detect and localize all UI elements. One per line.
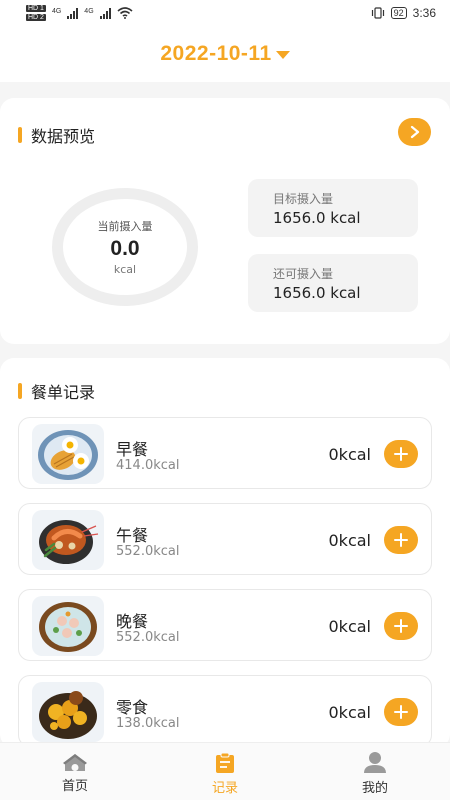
signal-2-icon [99,7,111,19]
current-intake-value: 0.0 [110,237,140,260]
target-intake-box: 目标摄入量 1656.0 kcal [248,179,418,237]
add-lunch-button[interactable] [384,526,418,554]
overview-detail-button[interactable] [398,118,431,146]
date-header: 2022-10-11 [0,26,450,82]
remaining-intake-box: 还可摄入量 1656.0 kcal [248,254,418,312]
current-intake-label: 当前摄入量 [97,220,153,233]
lunch-icon [32,510,104,570]
meal-total-kcal: 0kcal [328,531,372,550]
meal-total-kcal: 0kcal [328,617,372,636]
meal-item-dinner[interactable]: 晚餐 552.0kcal 0kcal [18,589,432,661]
chevron-right-icon [410,125,419,139]
network-2-label: 4G [84,8,94,15]
sim-2-label: HD 2 [26,14,46,21]
nav-item-home[interactable]: 首页 [0,743,150,800]
meal-recommended-kcal: 414.0kcal [116,458,180,473]
nav-item-profile[interactable]: 我的 [300,743,450,800]
intake-ring: 当前摄入量 0.0 kcal [52,188,198,306]
add-dinner-button[interactable] [384,612,418,640]
network-1-label: 4G [51,8,62,15]
nav-item-records[interactable]: 记录 [150,743,300,800]
nav-label-records: 记录 [211,781,238,796]
meals-card: 餐单记录 早餐 414.0kcal 0kcal 午餐 552.0kcal 0kc… [0,358,450,748]
nav-label-profile: 我的 [361,781,388,796]
vibrate-icon [371,7,384,19]
meal-name: 早餐 [116,440,149,459]
nav-label-home: 首页 [61,779,88,794]
meal-name: 晚餐 [116,612,149,631]
clipboard-icon [216,752,234,773]
remaining-intake-label: 还可摄入量 [273,267,334,281]
battery-level: 92 [390,7,407,19]
sim-indicator: HD 1 HD 2 [26,4,46,22]
meal-item-snack[interactable]: 零食 138.0kcal 0kcal [18,675,432,747]
dinner-icon [32,596,104,656]
status-right: 92 3:36 [371,6,436,20]
meal-total-kcal: 0kcal [328,703,372,722]
caret-down-icon[interactable] [275,51,290,59]
wifi-icon [117,7,133,19]
section-accent-bar [18,127,22,143]
status-bar: HD 1 HD 2 4G 4G 92 3:36 [0,0,450,26]
current-intake-unit: kcal [113,263,137,276]
meal-item-breakfast[interactable]: 早餐 414.0kcal 0kcal [18,417,432,489]
overview-section-title: 数据预览 [18,123,95,147]
meals-section-title: 餐单记录 [18,379,95,403]
meal-name: 零食 [116,698,149,717]
home-icon [63,754,87,771]
breakfast-icon [32,424,104,484]
meal-recommended-kcal: 552.0kcal [116,544,180,559]
date-picker[interactable]: 2022-10-11 [160,42,271,66]
status-time: 3:36 [412,6,436,20]
meal-recommended-kcal: 138.0kcal [116,716,180,731]
meal-total-kcal: 0kcal [328,445,372,464]
add-snack-button[interactable] [384,698,418,726]
section-accent-bar [18,383,22,399]
target-intake-value: 1656.0 kcal [273,209,361,227]
overview-title: 数据预览 [31,127,96,146]
target-intake-label: 目标摄入量 [273,192,334,206]
meal-recommended-kcal: 552.0kcal [116,630,180,645]
meal-name: 午餐 [116,526,149,545]
remaining-intake-value: 1656.0 kcal [273,284,361,302]
bottom-nav: 首页 记录 我的 [0,742,450,800]
signal-1-icon [67,7,79,19]
meals-title: 餐单记录 [31,383,96,402]
sim-1-label: HD 1 [26,5,46,12]
status-left: HD 1 HD 2 4G 4G [26,4,133,22]
user-icon [364,752,386,773]
add-breakfast-button[interactable] [384,440,418,468]
overview-card: 数据预览 当前摄入量 0.0 kcal 目标摄入量 1656.0 kcal 还可… [0,98,450,344]
meal-item-lunch[interactable]: 午餐 552.0kcal 0kcal [18,503,432,575]
snack-icon [32,682,104,742]
